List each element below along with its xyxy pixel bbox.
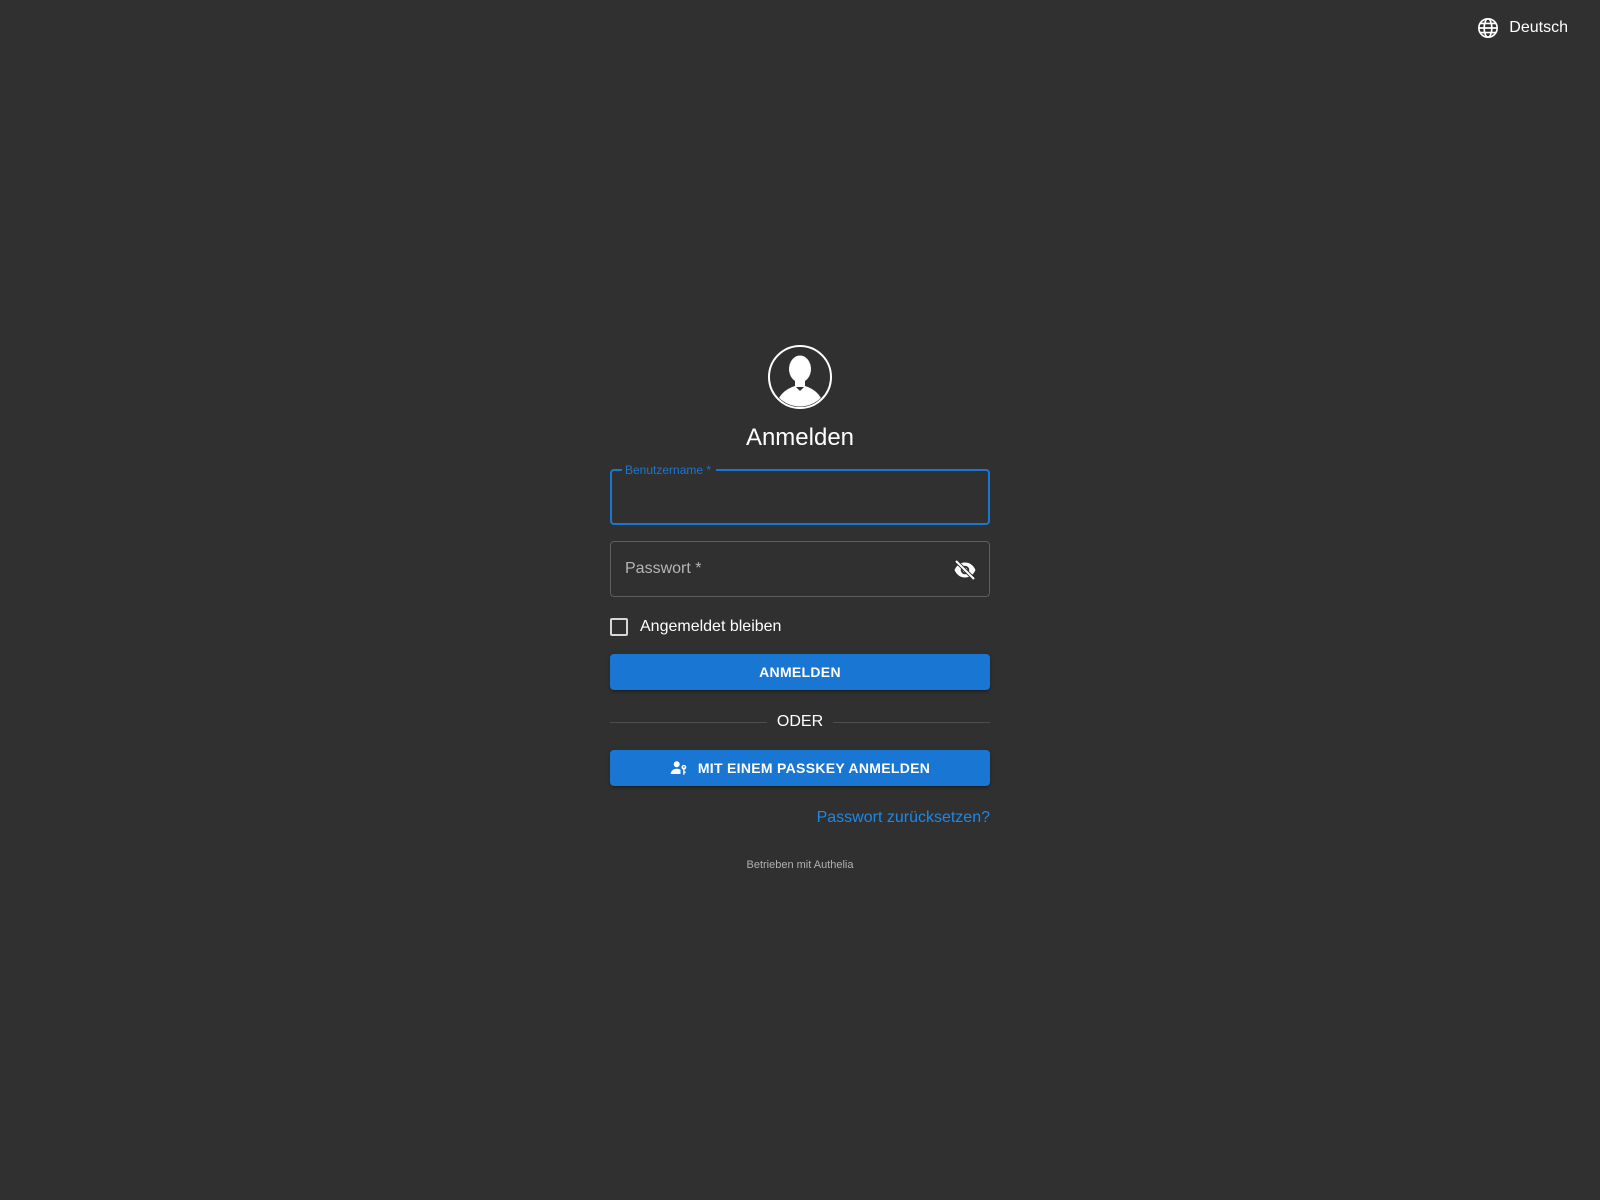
eye-off-icon[interactable]	[953, 558, 977, 582]
password-field[interactable]: Passwort *	[610, 541, 990, 597]
login-form: Anmelden Benutzername * Passwort * Angem…	[610, 345, 991, 871]
user-avatar-icon	[768, 345, 832, 409]
reset-password-row: Passwort zurücksetzen?	[610, 809, 990, 831]
passkey-button[interactable]: MIT EINEM PASSKEY ANMELDEN	[610, 750, 990, 786]
reset-password-link[interactable]: Passwort zurücksetzen?	[817, 809, 990, 826]
divider-line-right	[833, 721, 991, 723]
globe-icon	[1477, 17, 1499, 39]
signin-button-label: ANMELDEN	[759, 664, 841, 680]
username-input[interactable]	[612, 471, 988, 523]
passkey-button-label: MIT EINEM PASSKEY ANMELDEN	[697, 760, 931, 776]
remember-me-label: Angemeldet bleiben	[640, 618, 782, 635]
remember-me[interactable]: Angemeldet bleiben	[610, 615, 990, 639]
remember-me-checkbox[interactable]	[610, 618, 628, 636]
language-label: Deutsch	[1509, 19, 1568, 36]
divider-text: ODER	[776, 713, 824, 730]
passkey-icon	[670, 759, 688, 777]
divider-line-left	[610, 721, 767, 723]
username-field[interactable]: Benutzername *	[610, 463, 990, 525]
signin-button[interactable]: ANMELDEN	[610, 654, 990, 690]
or-divider: ODER	[610, 710, 991, 734]
powered-by-text: Betrieben mit Authelia	[746, 859, 854, 871]
page-title: Anmelden	[745, 424, 855, 451]
password-input[interactable]	[611, 542, 989, 596]
language-selector[interactable]: Deutsch	[1477, 16, 1568, 40]
